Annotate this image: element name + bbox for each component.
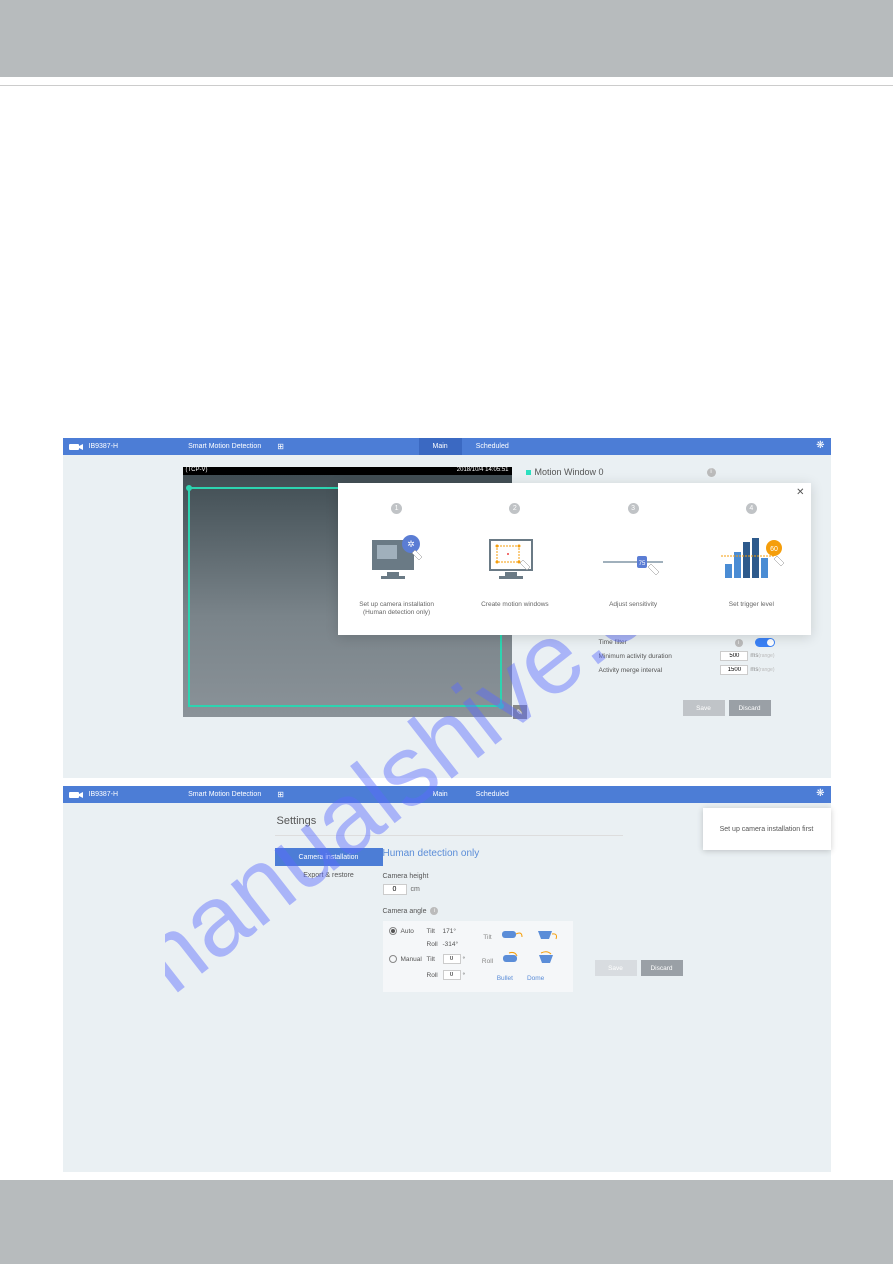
settings-nav: Camera installation Export & restore — [275, 848, 383, 992]
wizard-step-2[interactable]: 2 Create motion windows — [456, 497, 574, 621]
step-2-illustration — [475, 532, 555, 587]
merge-interval-unit: ms — [750, 667, 758, 673]
step-1-label: Set up camera installation(Human detecti… — [338, 601, 456, 618]
svg-text:75: 75 — [639, 561, 646, 567]
grid-icon[interactable]: ⊞ — [277, 442, 284, 451]
time-filter-panel: Time filter i Minimum activity duration … — [599, 638, 775, 679]
camera-height-input[interactable] — [383, 884, 407, 895]
wizard-step-4[interactable]: 4 60 Set trigger level — [692, 497, 810, 621]
edit-icon[interactable]: ✎ — [513, 705, 527, 719]
svg-text:60: 60 — [770, 546, 778, 553]
wizard-popup: ✕ 1 ✲ Set up camera installation(Human d… — [338, 483, 811, 635]
discard-button[interactable]: Discard — [729, 700, 771, 716]
min-activity-range: (range) — [758, 653, 774, 659]
step-3-illustration: 75 — [593, 532, 673, 587]
auto-roll-label: Roll — [427, 941, 443, 948]
step-2-label: Create motion windows — [456, 601, 574, 609]
manual-tilt-label: Tilt — [427, 956, 443, 963]
screenshot-1: IB9387-H Smart Motion Detection ⊞ Main S… — [63, 438, 831, 778]
app-label: Smart Motion Detection — [188, 443, 261, 450]
tooltip: Set up camera installation first — [703, 808, 831, 850]
manual-roll-label: Roll — [427, 972, 443, 979]
gear-icon[interactable]: ❋ — [816, 440, 824, 451]
step-number-3: 3 — [628, 503, 639, 514]
dome-roll-icon — [533, 951, 559, 967]
settings-divider — [275, 835, 623, 836]
info-icon[interactable]: i — [707, 468, 716, 477]
min-activity-label: Minimum activity duration — [599, 653, 717, 660]
camera-angle-panel: Auto Tilt 171° Roll -314° Manual — [383, 921, 573, 992]
tab-main[interactable]: Main — [419, 438, 462, 455]
tab-scheduled[interactable]: Scheduled — [462, 438, 523, 455]
merge-interval-range: (range) — [758, 667, 774, 673]
min-activity-unit: ms — [750, 653, 758, 659]
save-button[interactable]: Save — [683, 700, 725, 716]
save-button[interactable]: Save — [595, 960, 637, 976]
wizard-step-1[interactable]: 1 ✲ Set up camera installation(Human det… — [338, 497, 456, 621]
dome-label: Dome — [527, 975, 544, 982]
titlebar-1: IB9387-H Smart Motion Detection ⊞ Main S… — [63, 438, 831, 455]
manual-label: Manual — [401, 956, 427, 963]
manual-roll-input[interactable] — [443, 970, 461, 980]
tabs: Main Scheduled — [419, 786, 523, 803]
model-label: IB9387-H — [89, 791, 119, 798]
min-activity-input[interactable] — [720, 651, 748, 661]
info-icon[interactable]: i — [430, 907, 438, 915]
time-filter-toggle[interactable] — [755, 638, 775, 647]
auto-roll-value: -314° — [443, 941, 459, 948]
motion-window-title: Motion Window 0 — [535, 467, 604, 477]
dome-tilt-icon — [532, 927, 558, 943]
motion-window-header: Motion Window 0 i — [526, 467, 716, 477]
brand-logo-icon — [69, 442, 83, 452]
manual-tilt-input[interactable] — [443, 954, 461, 964]
grid-icon[interactable]: ⊞ — [277, 790, 284, 799]
bullet-label: Bullet — [497, 975, 513, 982]
tab-main[interactable]: Main — [419, 786, 462, 803]
step-number-2: 2 — [509, 503, 520, 514]
radio-manual[interactable] — [389, 955, 397, 963]
brand-logo-icon — [69, 790, 83, 800]
motion-window-dot-icon — [526, 470, 531, 475]
time-filter-label: Time filter — [599, 639, 733, 646]
doc-footer — [0, 1180, 893, 1264]
auto-label: Auto — [401, 928, 427, 935]
auto-tilt-value: 171° — [443, 928, 456, 935]
radio-auto[interactable] — [389, 927, 397, 935]
tilt-row-label: Tilt — [483, 934, 491, 941]
step-4-label: Set trigger level — [692, 601, 810, 609]
bullet-roll-icon — [499, 951, 525, 967]
step-3-label: Adjust sensitivity — [574, 601, 692, 609]
video-source: (TCP-V) — [186, 467, 208, 475]
tab-scheduled[interactable]: Scheduled — [462, 786, 523, 803]
model-label: IB9387-H — [89, 443, 119, 450]
wizard-step-3[interactable]: 3 75 Adjust sensitivity — [574, 497, 692, 621]
svg-text:✲: ✲ — [407, 539, 415, 549]
auto-tilt-label: Tilt — [427, 928, 443, 935]
camera-height-label: Camera height — [383, 873, 573, 880]
screenshot-2: IB9387-H Smart Motion Detection ⊞ Main S… — [63, 786, 831, 1172]
info-icon[interactable]: i — [735, 639, 743, 647]
step-1-illustration: ✲ — [357, 532, 437, 587]
camera-height-unit: cm — [411, 886, 420, 893]
bullet-tilt-icon — [498, 927, 524, 943]
doc-divider — [0, 77, 893, 86]
merge-interval-input[interactable] — [720, 665, 748, 675]
step-number-1: 1 — [391, 503, 402, 514]
merge-interval-label: Activity merge interval — [599, 667, 717, 674]
discard-button[interactable]: Discard — [641, 960, 683, 976]
titlebar-2: IB9387-H Smart Motion Detection ⊞ Main S… — [63, 786, 831, 803]
doc-header — [0, 0, 893, 77]
step-4-illustration: 60 — [711, 532, 791, 587]
nav-export-restore[interactable]: Export & restore — [275, 866, 383, 884]
app-label: Smart Motion Detection — [188, 791, 261, 798]
camera-angle-label: Camera angle — [383, 908, 427, 915]
human-detection-heading: Human detection only — [383, 848, 573, 859]
tooltip-text: Set up camera installation first — [720, 826, 814, 833]
step-number-4: 4 — [746, 503, 757, 514]
nav-camera-installation[interactable]: Camera installation — [275, 848, 383, 866]
roll-row-label: Roll — [482, 958, 493, 965]
tabs: Main Scheduled — [419, 438, 523, 455]
gear-icon[interactable]: ❋ — [816, 788, 824, 799]
video-timestamp: 2018/10/4 14:05:51 — [457, 467, 509, 475]
